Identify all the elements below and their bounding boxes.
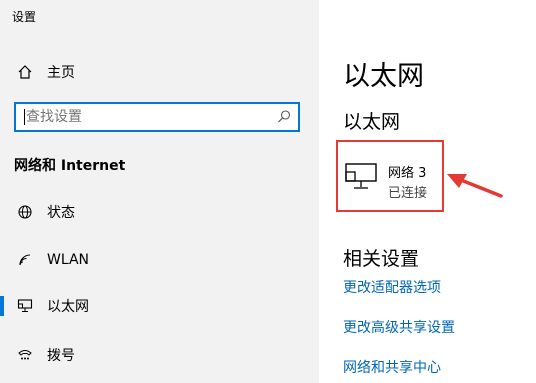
sidebar-item-ethernet[interactable]: 以太网 (0, 286, 319, 326)
nav-home-label: 主页 (47, 65, 75, 81)
related-settings-title: 相关设置 (343, 248, 420, 270)
sidebar-item-label: 以太网 (47, 299, 89, 315)
search-box[interactable] (14, 102, 300, 132)
network-card[interactable]: 网络 3 已连接 (336, 140, 444, 212)
sidebar-item-label: 状态 (47, 205, 75, 221)
nav-home[interactable]: 主页 (0, 52, 319, 92)
wifi-icon (16, 251, 34, 269)
link-advanced-sharing[interactable]: 更改高级共享设置 (343, 317, 455, 337)
ethernet-monitor-icon (344, 162, 382, 192)
sidebar-item-label: WLAN (47, 252, 90, 268)
network-name: 网络 3 (388, 166, 427, 181)
sidebar-item-label: 拨号 (47, 348, 75, 364)
dialup-icon (16, 346, 34, 364)
selected-indicator (0, 296, 4, 316)
link-sharing-center[interactable]: 网络和共享中心 (343, 357, 441, 377)
main-panel: 以太网 以太网 网络 3 已连接 相关设置 更改适配器选项 更改高级共享设置 网… (319, 0, 536, 383)
section-heading: 网络和 Internet (14, 158, 126, 174)
search-input[interactable] (16, 104, 266, 130)
page-title: 以太网 (343, 61, 424, 92)
sidebar-item-wlan[interactable]: WLAN (0, 240, 319, 280)
home-icon (16, 63, 34, 81)
ethernet-icon (16, 297, 34, 315)
link-adapter-options[interactable]: 更改适配器选项 (343, 277, 441, 297)
sidebar-item-status[interactable]: 状态 (0, 192, 319, 232)
globe-icon (16, 203, 34, 221)
search-icon[interactable] (276, 109, 292, 125)
annotation-arrow-icon (447, 174, 503, 198)
sidebar: 设置 主页 网络和 Internet 状态 WLAN 以太网 (0, 0, 319, 383)
sidebar-item-dialup[interactable]: 拨号 (0, 335, 319, 375)
network-status: 已连接 (388, 186, 428, 201)
section-title: 以太网 (343, 111, 401, 133)
text-caret (24, 109, 25, 125)
app-title: 设置 (12, 10, 37, 24)
